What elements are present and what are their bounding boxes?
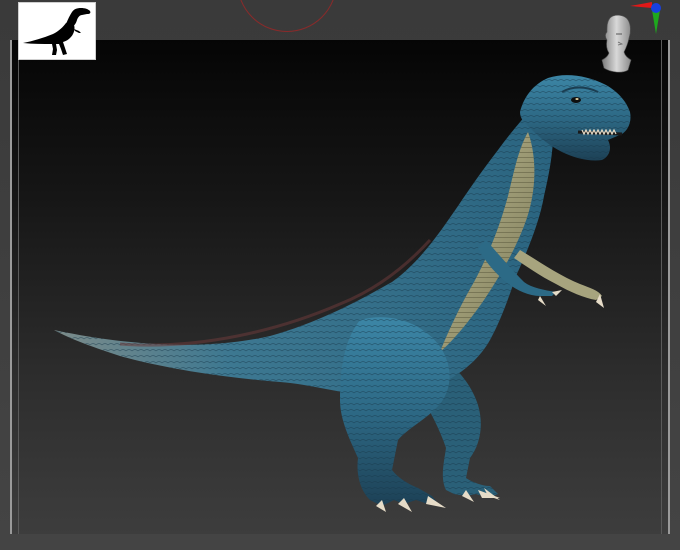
tool-thumbnail[interactable] <box>18 2 96 60</box>
zbrush-canvas-window <box>0 0 680 550</box>
axis-gizmo-icon[interactable] <box>626 0 666 40</box>
t-rex-silhouette-icon <box>23 8 91 55</box>
t-rex-sculpt-model[interactable] <box>0 0 680 550</box>
body <box>54 108 554 396</box>
